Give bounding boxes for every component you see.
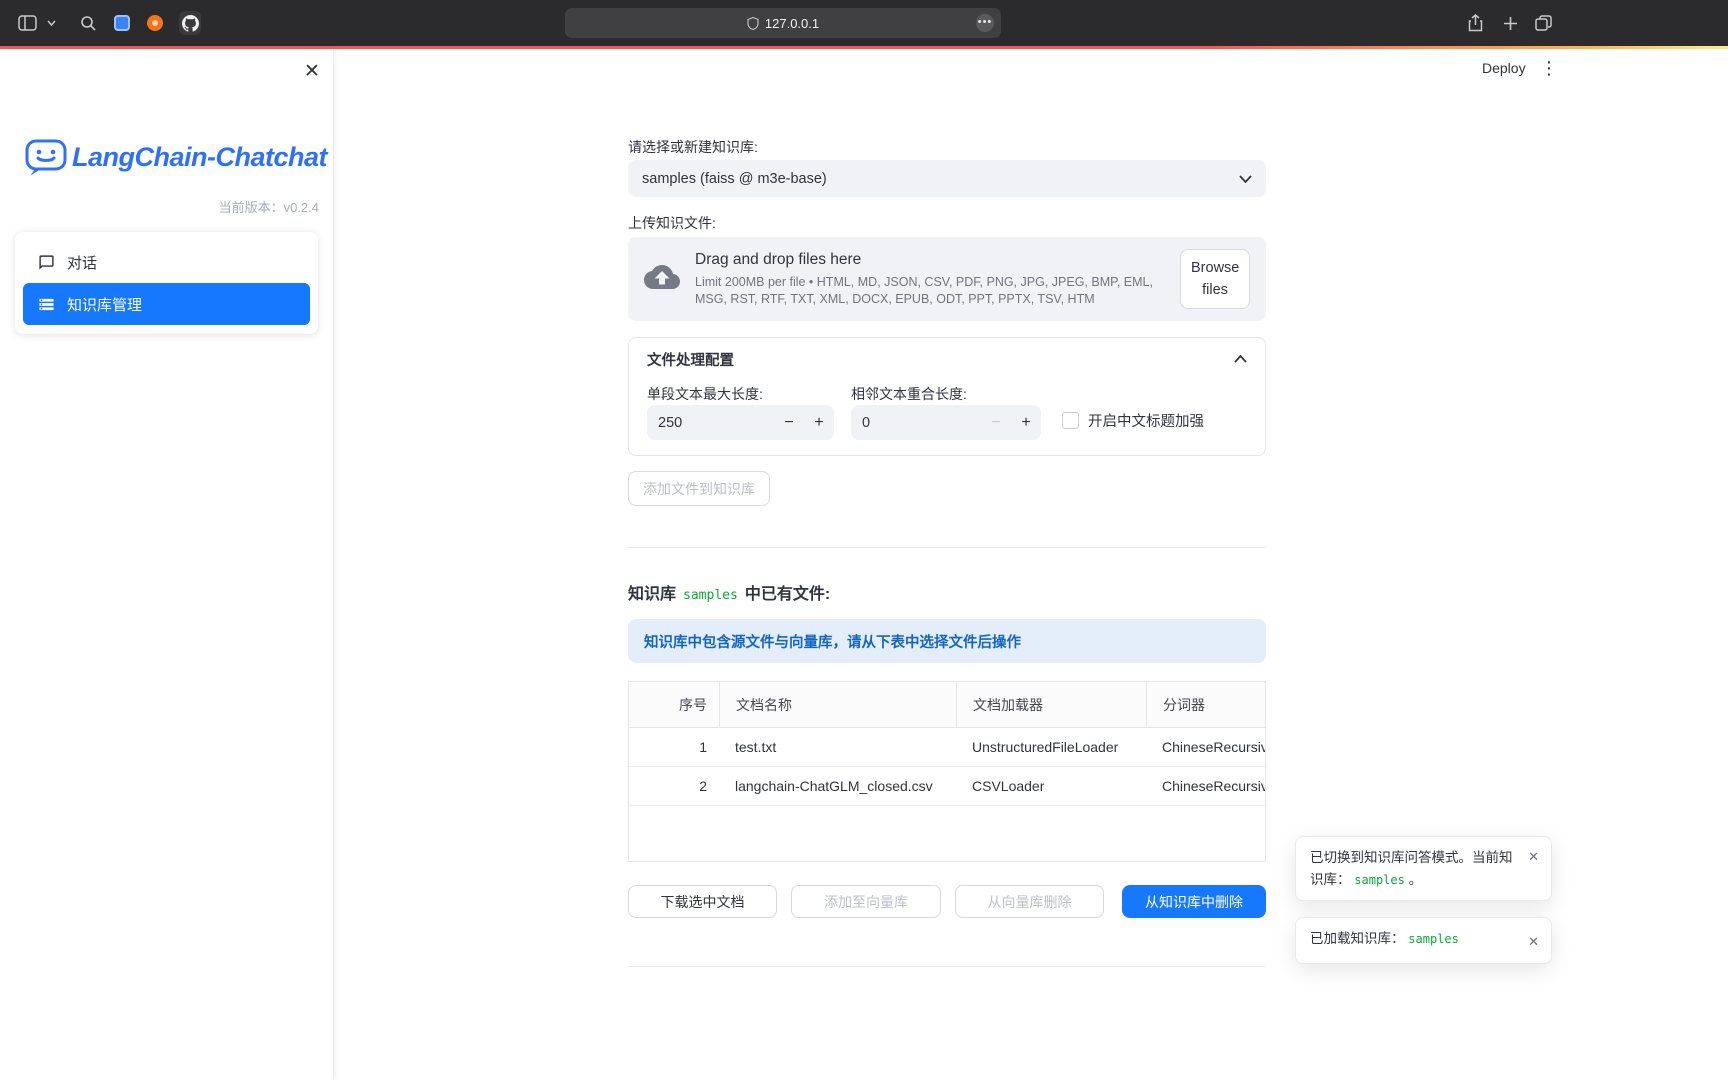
chat-icon	[37, 253, 55, 271]
toast-kb-loaded: 已加载知识库： samples ✕	[1295, 917, 1552, 964]
cell-select	[629, 767, 663, 805]
app-title: LangChain-Chatchat	[72, 142, 327, 173]
cell-doc-loader: UnstructuredFileLoader	[956, 728, 1146, 766]
cell-select	[629, 728, 663, 766]
address-bar[interactable]: 127.0.0.1 •••	[565, 8, 1001, 38]
version-label: 当前版本：v0.2.4	[15, 197, 319, 216]
checkbox-icon	[1062, 412, 1079, 429]
sidebar-menu: 对话 知识库管理	[15, 232, 318, 334]
toast-mode-switched: 已切换到知识库问答模式。当前知识库： samples 。 ✕	[1295, 836, 1552, 901]
menu-item-label: 对话	[67, 252, 97, 273]
sidebar: ✕ LangChain-Chatchat 当前版本：v0.2.4 对话 知识库管…	[0, 49, 334, 1080]
chunk-size-label: 单段文本最大长度:	[647, 384, 763, 404]
decrement-icon[interactable]: −	[774, 405, 804, 440]
site-shield-icon	[747, 17, 759, 30]
close-sidebar-icon[interactable]: ✕	[300, 59, 324, 83]
cell-splitter: ChineseRecursiveT	[1146, 728, 1265, 766]
chunk-size-value[interactable]: 250	[647, 415, 774, 431]
sidebar-toggle-icon[interactable]	[16, 12, 38, 34]
heading-prefix: 知识库	[628, 580, 676, 604]
deploy-button[interactable]: Deploy	[1482, 60, 1526, 76]
cell-index: 2	[663, 767, 719, 805]
kb-name-code: samples	[683, 588, 738, 603]
delete-from-vectorstore-button[interactable]: 从向量库删除	[955, 885, 1104, 918]
heading-suffix: 中已有文件:	[745, 580, 830, 604]
upload-label: 上传知识文件:	[628, 213, 716, 233]
file-dropzone[interactable]: Drag and drop files here Limit 200MB per…	[628, 237, 1266, 321]
files-table: 序号 文档名称 文档加载器 分词器 1 test.txt Unstructure…	[628, 681, 1266, 862]
github-icon[interactable]	[179, 12, 201, 34]
close-icon[interactable]: ✕	[1528, 847, 1539, 868]
tab-overview-icon[interactable]	[1532, 12, 1554, 34]
extension-icon-blue[interactable]	[111, 12, 133, 34]
increment-icon[interactable]: +	[1011, 405, 1041, 440]
overlap-value[interactable]: 0	[851, 415, 981, 431]
search-icon[interactable]	[77, 12, 99, 34]
cell-doc-loader: CSVLoader	[956, 767, 1146, 805]
checkbox-label: 开启中文标题加强	[1088, 410, 1204, 431]
database-icon	[37, 295, 55, 313]
main-menu-icon[interactable]: ⋮	[1540, 57, 1558, 79]
download-selected-button[interactable]: 下载选中文档	[628, 885, 777, 918]
chevron-up-icon	[1234, 350, 1247, 368]
page-options-icon[interactable]: •••	[976, 14, 994, 32]
header-doc-name[interactable]: 文档名称	[719, 682, 956, 727]
cell-doc-name: test.txt	[719, 728, 956, 766]
zh-title-enhance-checkbox[interactable]: 开启中文标题加强	[1062, 410, 1204, 431]
cell-splitter: ChineseRecursiveT	[1146, 767, 1265, 805]
toast-text-suffix: 。	[1409, 872, 1423, 887]
close-icon[interactable]: ✕	[1528, 932, 1539, 953]
extension-icon-orange[interactable]	[144, 12, 166, 34]
header-index[interactable]: 序号	[663, 682, 719, 727]
share-icon[interactable]	[1464, 12, 1486, 34]
toast-kb-code: samples	[1408, 932, 1459, 946]
toast-kb-code: samples	[1354, 873, 1405, 887]
add-to-vectorstore-button[interactable]: 添加至向量库	[791, 885, 941, 918]
divider	[628, 966, 1266, 967]
delete-from-kb-button[interactable]: 从知识库中删除	[1122, 885, 1266, 918]
toast-text: 已加载知识库：	[1310, 931, 1405, 946]
kb-select-label: 请选择或新建知识库:	[628, 137, 758, 157]
cell-index: 1	[663, 728, 719, 766]
file-config-expander: 文件处理配置 单段文本最大长度: 相邻文本重合长度: 250 − + 0 − +…	[628, 337, 1266, 456]
browse-files-button[interactable]: Browse files	[1180, 249, 1250, 310]
dropzone-instructions: Drag and drop files here Limit 200MB per…	[695, 251, 1165, 307]
add-files-button[interactable]: 添加文件到知识库	[628, 471, 770, 506]
table-row[interactable]: 1 test.txt UnstructuredFileLoader Chines…	[629, 728, 1265, 767]
decrement-icon[interactable]: −	[981, 405, 1011, 440]
header-splitter[interactable]: 分词器	[1146, 682, 1265, 727]
chatchat-logo-icon	[24, 137, 68, 177]
increment-icon[interactable]: +	[804, 405, 834, 440]
menu-item-dialogue[interactable]: 对话	[23, 241, 310, 283]
expander-header[interactable]: 文件处理配置	[629, 338, 1265, 380]
info-banner: 知识库中包含源文件与向量库，请从下表中选择文件后操作	[628, 619, 1266, 663]
chunk-size-input[interactable]: 250 − +	[647, 405, 834, 440]
dropzone-title: Drag and drop files here	[695, 251, 1165, 269]
dropzone-limit-text: Limit 200MB per file • HTML, MD, JSON, C…	[695, 274, 1165, 307]
new-tab-icon[interactable]	[1499, 12, 1521, 34]
app-logo: LangChain-Chatchat	[24, 137, 327, 177]
cloud-upload-icon	[644, 264, 680, 295]
table-header-row: 序号 文档名称 文档加载器 分词器	[629, 682, 1265, 728]
kb-selectbox[interactable]: samples (faiss @ m3e-base)	[628, 160, 1266, 197]
header-doc-loader[interactable]: 文档加载器	[956, 682, 1146, 727]
table-row[interactable]: 2 langchain-ChatGLM_closed.csv CSVLoader…	[629, 767, 1265, 806]
info-text: 知识库中包含源文件与向量库，请从下表中选择文件后操作	[644, 631, 1021, 652]
chevron-down-icon	[1239, 171, 1252, 187]
browser-toolbar: 127.0.0.1 •••	[0, 0, 1728, 46]
header-select-col[interactable]	[629, 682, 663, 727]
overlap-label: 相邻文本重合长度:	[851, 384, 967, 404]
divider	[628, 547, 1266, 548]
menu-item-label: 知识库管理	[67, 294, 142, 315]
menu-item-knowledge-base[interactable]: 知识库管理	[23, 283, 310, 325]
chevron-down-icon[interactable]	[44, 12, 58, 34]
kb-selected-value: samples (faiss @ m3e-base)	[642, 171, 827, 187]
existing-files-heading: 知识库 samples 中已有文件:	[628, 580, 830, 604]
expander-title: 文件处理配置	[647, 349, 734, 370]
url-text: 127.0.0.1	[765, 16, 819, 31]
overlap-input[interactable]: 0 − +	[851, 405, 1041, 440]
cell-doc-name: langchain-ChatGLM_closed.csv	[719, 767, 956, 805]
